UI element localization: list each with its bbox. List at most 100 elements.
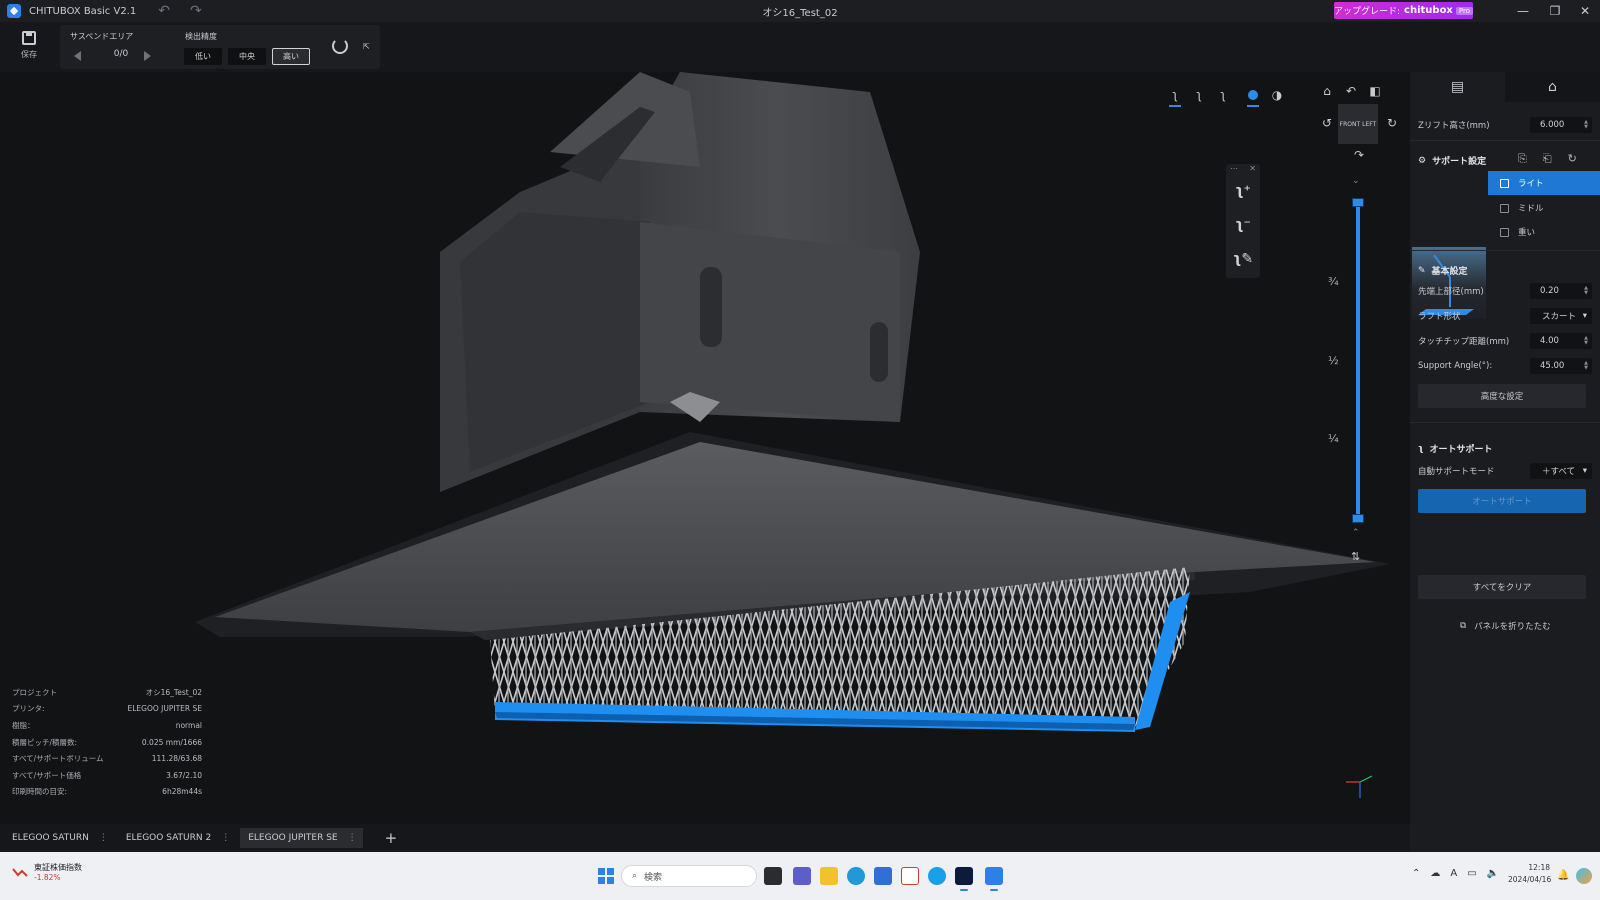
display-icon[interactable]: ▭ (1467, 868, 1476, 879)
navigation-cube[interactable]: FRONT LEFT (1338, 104, 1378, 144)
teams-icon[interactable] (793, 867, 811, 885)
checkbox[interactable] (1500, 178, 1509, 188)
chevron-up-icon[interactable]: ⌃ (1412, 868, 1420, 879)
xray-mode-icon[interactable]: ◑ (1268, 86, 1286, 104)
photoshop-icon[interactable] (955, 867, 973, 891)
auto-mode-row: 自動サポートモード ＋すべて ▾ (1418, 462, 1592, 480)
drag-handle-icon[interactable]: ⋯ (1230, 164, 1238, 174)
maximize-button[interactable]: ❐ (1540, 0, 1570, 22)
chitubox-taskbar-icon[interactable] (985, 867, 1003, 891)
tab-print-settings[interactable]: ⌂ (1505, 72, 1600, 102)
tab-model-settings[interactable]: ▤ (1410, 72, 1505, 102)
info-value: 111.28/63.68 (151, 754, 202, 764)
swap-layers-icon[interactable]: ⇅ (1351, 550, 1360, 563)
field-label: タッチチップ距離(mm) (1418, 337, 1510, 347)
tip-diameter-input[interactable]: 0.20 ▲ ▼ (1530, 283, 1592, 299)
info-label: 樹脂： (12, 720, 35, 730)
z-lift-input[interactable]: 6.000 ▲ ▼ (1530, 117, 1592, 133)
more-icon[interactable]: ⋮ (99, 833, 108, 843)
more-icon[interactable]: ⋮ (348, 833, 357, 843)
stock-widget[interactable]: 東証株価指数 -1.82% (12, 862, 82, 882)
more-icon[interactable]: ⋮ (221, 833, 230, 843)
preset-heavy[interactable]: 重い (1488, 220, 1600, 244)
palette-close-icon[interactable]: ✕ (1249, 164, 1256, 174)
stepper-icon[interactable]: ▲ ▼ (1584, 120, 1588, 130)
auto-mode-label: 自動サポートモード (1418, 467, 1495, 477)
clear-all-button[interactable]: すべてをクリア (1418, 575, 1586, 599)
layer-down-chevron-icon[interactable]: ⌃ (1352, 528, 1360, 538)
preset-light[interactable]: ライト (1488, 171, 1600, 195)
undo-icon[interactable]: ↶ (158, 3, 170, 19)
add-support-icon[interactable]: ʅ⁺ (1226, 174, 1260, 208)
stepper-icon[interactable]: ▲ ▼ (1584, 286, 1588, 296)
speaker-icon[interactable]: 🔈 (1487, 868, 1499, 879)
minimize-button[interactable]: — (1508, 0, 1538, 22)
notification-bell-icon[interactable]: 🔔 (1557, 870, 1569, 881)
printer-tab-jupiter-se[interactable]: ELEGOO JUPITER SE ⋮ (240, 828, 363, 848)
start-button[interactable] (598, 868, 614, 884)
nav-cube-front[interactable]: FRONT (1340, 121, 1361, 128)
pin-icon[interactable]: ⇱ (363, 42, 370, 51)
checkbox[interactable] (1500, 203, 1509, 213)
reset-preset-icon[interactable]: ↻ (1568, 152, 1577, 166)
browser-icon[interactable] (928, 867, 946, 885)
yahoo-icon[interactable] (901, 867, 919, 885)
save-button[interactable]: 保存 (12, 28, 46, 68)
auto-mode-select[interactable]: ＋すべて ▾ (1530, 463, 1592, 479)
suspend-prev-icon[interactable] (74, 51, 81, 61)
printer-tab-saturn-2[interactable]: ELEGOO SATURN 2 ⋮ (118, 828, 236, 848)
ime-icon[interactable]: A (1450, 868, 1457, 879)
preset-actions: ⎘ ⎗ ↻ (1518, 152, 1577, 166)
upgrade-button[interactable]: アップグレード: chitubox Pro (1334, 2, 1473, 19)
remove-support-icon[interactable]: ʅ⁻ (1226, 208, 1260, 242)
add-printer-tab-icon[interactable]: + (385, 829, 398, 847)
export-preset-icon[interactable]: ⎗ (1543, 152, 1552, 166)
solid-mode-icon[interactable] (1244, 86, 1262, 107)
support-view-support-icon[interactable]: ʅ (1214, 86, 1232, 104)
store-icon[interactable] (874, 867, 892, 885)
rotate-left-icon[interactable]: ↺ (1318, 114, 1336, 132)
layer-slider-bottom-handle[interactable] (1352, 514, 1364, 523)
import-preset-icon[interactable]: ⎘ (1518, 152, 1527, 166)
precision-high-button[interactable]: 高い (272, 48, 310, 65)
layer-slider-top-handle[interactable] (1352, 198, 1364, 207)
3d-viewport[interactable]: ʅ ʅ ʅ ◑ ⌂ ↶ ◧ ↺ FRONT LEFT ↻ ↷ ⋯ ✕ ʅ⁺ ʅ⁻ … (0, 72, 1410, 824)
redo-icon[interactable]: ↷ (190, 3, 202, 19)
touch-distance-input[interactable]: 4.00 ▲ ▼ (1530, 333, 1592, 349)
support-view-model-icon[interactable]: ʅ (1190, 86, 1208, 104)
cloud-icon[interactable]: ☁ (1430, 868, 1440, 879)
perspective-icon[interactable]: ◧ (1366, 82, 1384, 100)
close-window-button[interactable]: ✕ (1570, 0, 1600, 22)
nav-cube-left[interactable]: LEFT (1362, 121, 1376, 128)
file-explorer-icon[interactable] (820, 867, 838, 885)
auto-support-button[interactable]: オートサポート (1418, 489, 1586, 513)
clock[interactable]: 12:18 2024/04/16 (1508, 862, 1551, 886)
reset-view-icon[interactable]: ↶ (1342, 82, 1360, 100)
support-angle-input[interactable]: 45.00 ▲ ▼ (1530, 358, 1592, 374)
collapse-panel-toggle[interactable]: ⧉ パネルを折りたたむ (1460, 620, 1551, 632)
rotate-down-icon[interactable]: ↷ (1350, 146, 1368, 164)
support-view-all-icon[interactable]: ʅ (1166, 86, 1184, 107)
precision-mid-button[interactable]: 中央 (228, 48, 266, 65)
support-view-toggles: ʅ ʅ ʅ (1166, 86, 1232, 107)
taskbar-search[interactable]: ⌕ 検索 (621, 865, 757, 887)
refresh-icon[interactable] (332, 38, 348, 54)
divider (1410, 422, 1600, 423)
task-view-icon[interactable] (764, 867, 782, 885)
rotate-right-icon[interactable]: ↻ (1383, 114, 1401, 132)
suspend-next-icon[interactable] (144, 51, 151, 61)
layer-up-chevron-icon[interactable]: ⌄ (1352, 176, 1360, 186)
copilot-icon[interactable] (1576, 868, 1592, 884)
printer-tab-saturn[interactable]: ELEGOO SATURN ⋮ (4, 828, 114, 848)
layer-slider-track[interactable] (1356, 202, 1360, 518)
stepper-icon[interactable]: ▲ ▼ (1584, 361, 1588, 371)
stepper-icon[interactable]: ▲ ▼ (1584, 336, 1588, 346)
edge-icon[interactable] (847, 867, 865, 885)
advanced-settings-button[interactable]: 高度な設定 (1418, 384, 1586, 408)
home-view-icon[interactable]: ⌂ (1318, 82, 1336, 100)
edit-support-icon[interactable]: ʅ✎ (1226, 242, 1260, 276)
preset-medium[interactable]: ミドル (1488, 196, 1600, 220)
raft-shape-select[interactable]: スカート ▾ (1530, 308, 1592, 324)
precision-low-button[interactable]: 低い (184, 48, 222, 65)
checkbox[interactable] (1500, 227, 1509, 237)
